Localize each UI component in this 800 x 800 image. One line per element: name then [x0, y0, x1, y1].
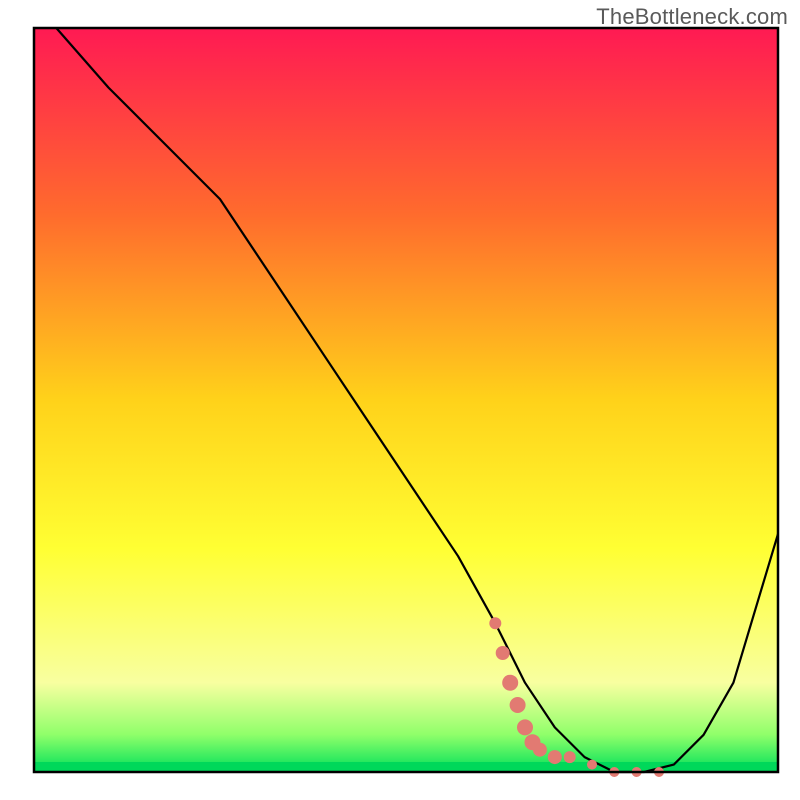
- optimal-zone-markers: [564, 751, 576, 763]
- optimal-zone-markers: [510, 697, 526, 713]
- chart-container: TheBottleneck.com: [0, 0, 800, 800]
- plot-area: [34, 28, 778, 777]
- bottleneck-chart: [0, 0, 800, 800]
- optimal-zone-markers: [502, 675, 518, 691]
- optimal-zone-markers: [587, 760, 597, 770]
- optimal-zone-markers: [533, 743, 547, 757]
- chart-background-gradient: [34, 28, 778, 772]
- optimal-zone-markers: [548, 750, 562, 764]
- optimal-zone-markers: [489, 617, 501, 629]
- watermark-text: TheBottleneck.com: [596, 4, 788, 30]
- optimal-zone-markers: [496, 646, 510, 660]
- optimal-zone-markers: [517, 719, 533, 735]
